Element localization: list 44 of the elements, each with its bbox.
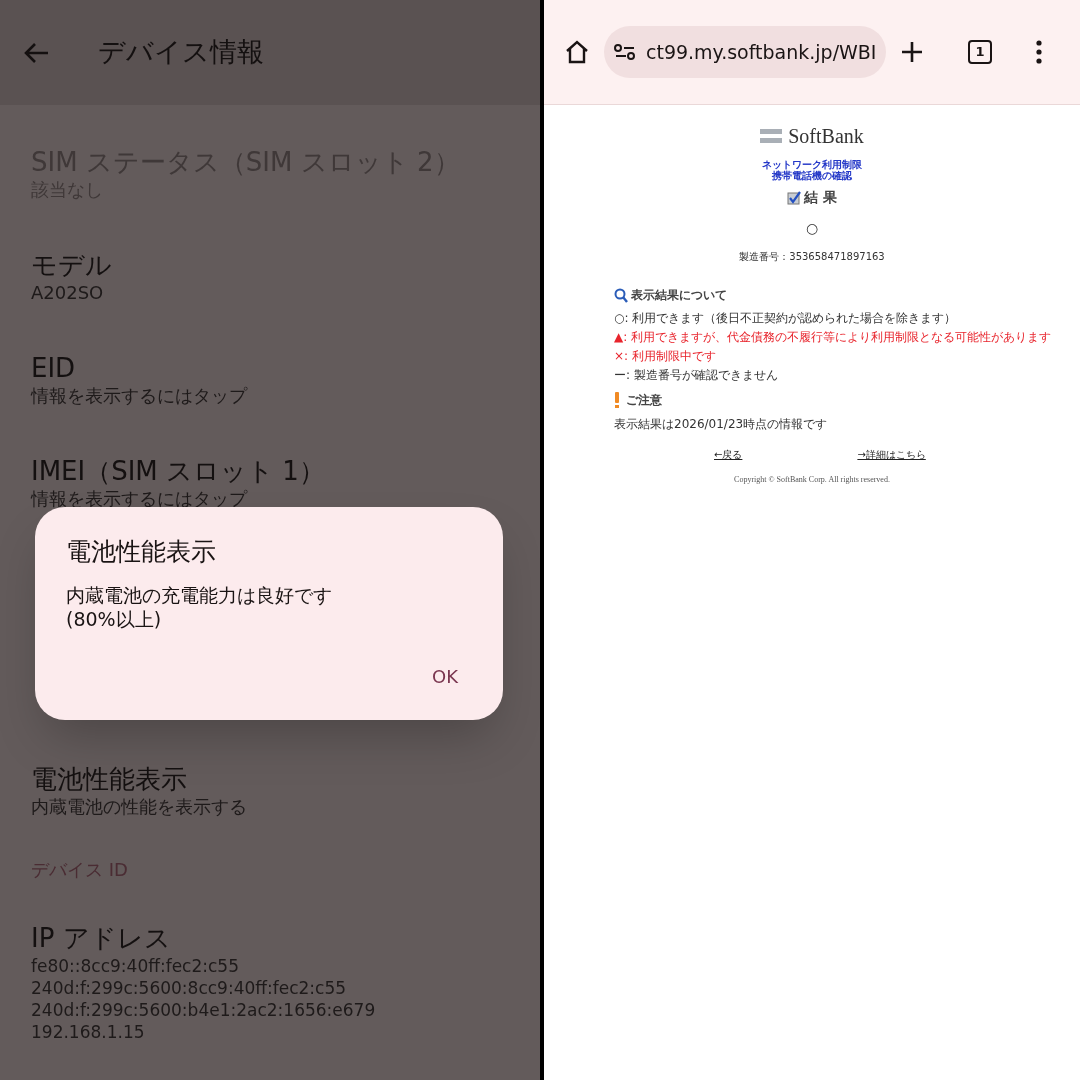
ip-address: fe80::8cc9:40ff:fec2:c55 xyxy=(31,955,240,977)
notice-text: 表示結果は2026/01/23時点の情報です xyxy=(614,416,828,433)
search-icon xyxy=(614,287,628,303)
legend-text: ○: 利用できます（後日不正契約が認められた場合を除きます） xyxy=(614,310,957,326)
setting-summary: 情報を表示するにはタップ xyxy=(31,385,249,407)
setting-title: EID xyxy=(31,352,77,385)
ok-button[interactable]: OK xyxy=(418,659,472,694)
dialog-message: 内蔵電池の充電能力は良好です (80%以上) xyxy=(66,582,333,631)
tab-count-button[interactable]: 1 xyxy=(968,40,992,64)
dialog-title: 電池性能表示 xyxy=(66,536,217,568)
setting-title: 電池性能表示 xyxy=(31,763,188,796)
setting-title: IMEI（SIM スロット 1） xyxy=(31,455,326,488)
page-link[interactable]: ←戻る xyxy=(714,447,743,462)
exclamation-icon xyxy=(614,392,620,408)
ip-address: 240d:f:299c:5600:8cc9:40ff:fec2:c55 xyxy=(31,977,348,999)
checkbox-icon xyxy=(787,190,802,205)
ip-address: 240d:f:299c:5600:b4e1:2ac2:1656:e679 xyxy=(31,999,377,1021)
legend-text: ▲: 利用できますが、代金債務の不履行等により利用制限となる可能性があります xyxy=(614,329,1052,345)
page-heading: ネットワーク利用制限 xyxy=(762,159,862,170)
url-text: ct99.my.softbank.jp/WBI xyxy=(646,39,877,65)
more-icon[interactable] xyxy=(1036,40,1042,64)
logo-icon xyxy=(760,128,783,144)
result-label: 結 果 xyxy=(804,188,837,207)
screen-title: デバイス情報 xyxy=(98,35,264,70)
home-icon[interactable] xyxy=(564,39,590,65)
setting-title: モデル xyxy=(31,249,113,282)
legend-text: ー: 製造番号が確認できません xyxy=(614,367,778,383)
back-icon[interactable] xyxy=(22,40,50,65)
site-settings-icon[interactable] xyxy=(614,43,636,61)
setting-summary: A202SO xyxy=(31,282,105,304)
copyright-text: Copyright © SoftBank Corp. All rights reserved. xyxy=(734,474,890,486)
logo-text: SoftBank xyxy=(788,124,864,149)
ip-address: 192.168.1.15 xyxy=(31,1021,146,1043)
legend-text: ×: 利用制限中です xyxy=(614,348,716,364)
page-heading: 携帯電話機の確認 xyxy=(772,170,852,181)
section-heading: 表示結果について xyxy=(631,287,727,304)
page-link[interactable]: →詳細はこちら xyxy=(857,447,926,462)
section-heading: ご注意 xyxy=(626,392,662,409)
setting-summary: 内蔵電池の性能を表示する xyxy=(31,796,248,818)
serial-number: 製造番号：353658471897163 xyxy=(739,250,885,264)
address-bar[interactable]: ct99.my.softbank.jp/WBI xyxy=(604,26,886,78)
result-mark: ○ xyxy=(805,219,819,238)
new-tab-icon[interactable] xyxy=(900,40,924,64)
setting-title: IP アドレス xyxy=(31,922,172,955)
